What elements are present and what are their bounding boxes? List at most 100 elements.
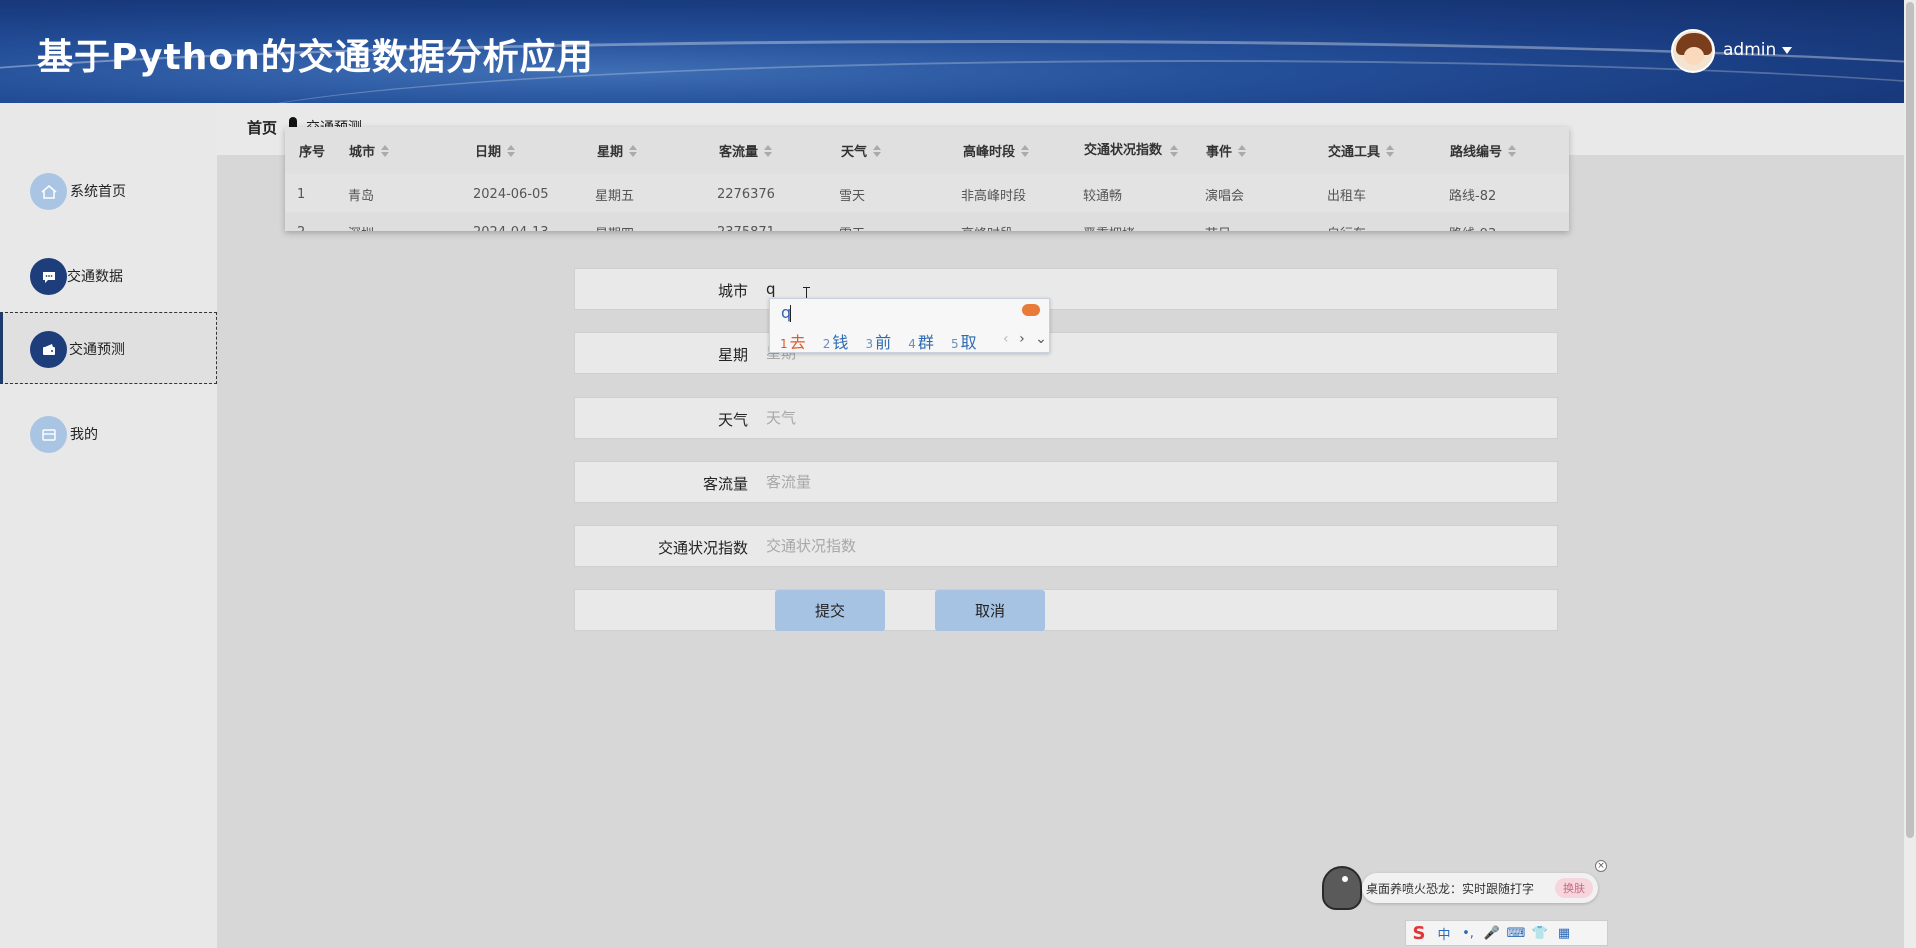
table-row[interactable]: 2 深圳 2024-04-13 星期四 2375871 雪天 高峰时段 严重拥堵… <box>285 212 1569 231</box>
table-cell: 自行车 <box>1327 212 1366 232</box>
chevron-right-icon[interactable]: › <box>1019 331 1025 347</box>
sort-icon[interactable] <box>381 144 390 157</box>
table-cell: 高峰时段 <box>961 212 1013 232</box>
pet-eye <box>1342 876 1348 882</box>
sogou-logo-icon[interactable]: S <box>1406 921 1432 945</box>
table-cell: 星期四 <box>595 212 634 232</box>
ime-candidate[interactable]: 1去 <box>780 333 806 352</box>
language-toggle[interactable]: 中 <box>1432 924 1456 943</box>
form-row-city: 城市 <box>574 268 1558 310</box>
ime-candidate[interactable]: 2钱 <box>823 333 849 352</box>
column-header[interactable]: 交通状况指数 <box>1084 127 1194 174</box>
column-header[interactable]: 交通工具 <box>1328 127 1395 174</box>
traffic-index-label: 交通状况指数 <box>657 539 748 557</box>
chevron-down-icon <box>1782 46 1793 54</box>
table-cell: 严重拥堵 <box>1083 212 1135 232</box>
sidebar: 系统首页 交通数据 交通预测 我的 <box>0 103 217 948</box>
bubble-text: 桌面养喷火恐龙：实时跟随打字 <box>1366 882 1535 896</box>
table-cell: 青岛 <box>348 188 375 204</box>
pet-speech-bubble: 桌面养喷火恐龙：实时跟随打字 换肤 <box>1362 873 1598 903</box>
punctuation-icon[interactable]: •, <box>1456 926 1480 941</box>
sort-icon[interactable] <box>1386 144 1395 157</box>
table-cell: 深圳 <box>348 212 374 232</box>
column-header[interactable]: 星期 <box>597 127 638 174</box>
table-cell: 2375871 <box>717 212 775 232</box>
change-skin-button[interactable]: 换肤 <box>1555 878 1593 898</box>
table-cell: 非高峰时段 <box>961 188 1027 204</box>
weekday-label: 星期 <box>717 346 748 364</box>
sidebar-item-label: 系统首页 <box>70 184 126 200</box>
table-cell: 2024-04-13 <box>473 212 549 232</box>
column-header[interactable]: 天气 <box>841 127 882 174</box>
form-actions-row <box>574 589 1558 631</box>
chevron-down-icon[interactable]: ⌄ <box>1035 331 1047 347</box>
apps-grid-icon[interactable]: ▦ <box>1552 926 1576 941</box>
column-header[interactable]: 日期 <box>475 127 516 174</box>
column-header[interactable]: 客流量 <box>719 127 773 174</box>
pet-body <box>1322 866 1362 910</box>
table-cell: 节日 <box>1205 212 1231 232</box>
traffic-index-input[interactable] <box>766 532 1546 560</box>
ime-page-nav: ‹ › ⌄ <box>1003 331 1047 347</box>
table-cell: 星期五 <box>595 188 635 204</box>
form-row-passenger-flow: 客流量 <box>574 461 1558 503</box>
column-header[interactable]: 路线编号 <box>1450 127 1517 174</box>
scrollbar-thumb[interactable] <box>1906 2 1914 838</box>
weather-input[interactable] <box>766 404 1546 432</box>
table-cell: 路线-82 <box>1449 188 1497 204</box>
sort-icon[interactable] <box>507 144 516 157</box>
home-icon <box>30 173 67 210</box>
weather-label: 天气 <box>717 411 748 429</box>
sidebar-item-traffic-prediction[interactable]: 交通预测 <box>0 312 217 384</box>
form-row-traffic-index: 交通状况指数 <box>574 525 1558 567</box>
table-header: 序号 城市 日期 星期 客流量 天气 高峰时段 交通状况指数 事件 交通工具 路… <box>285 127 1569 174</box>
avatar-face <box>1684 47 1704 65</box>
sort-icon[interactable] <box>1170 144 1178 157</box>
table-cell: 2276376 <box>717 186 775 202</box>
user-avatar[interactable] <box>1671 29 1715 73</box>
sidebar-item-traffic-data[interactable]: 交通数据 <box>0 240 217 312</box>
submit-button[interactable]: 提交 <box>775 590 885 631</box>
sidebar-item-home[interactable]: 系统首页 <box>0 155 217 227</box>
wallet-icon <box>30 331 67 368</box>
page-scrollbar[interactable] <box>1904 0 1916 948</box>
table-cell: 演唱会 <box>1205 188 1245 204</box>
column-header[interactable]: 事件 <box>1206 127 1247 174</box>
column-header[interactable]: 城市 <box>349 127 390 174</box>
close-icon[interactable]: × <box>1595 860 1607 872</box>
ime-candidate[interactable]: 4群 <box>908 333 934 352</box>
city-label: 城市 <box>717 282 748 300</box>
ime-candidate[interactable]: 5取 <box>951 333 977 352</box>
sort-icon[interactable] <box>629 144 638 157</box>
table-cell: 路线-93 <box>1449 212 1496 232</box>
form-row-weekday: 星期 <box>574 332 1558 374</box>
sort-icon[interactable] <box>1021 144 1030 157</box>
chevron-left-icon[interactable]: ‹ <box>1003 331 1009 347</box>
sort-icon[interactable] <box>1238 144 1247 157</box>
keyboard-icon[interactable]: ⌨ <box>1504 926 1528 941</box>
table-cell: 2024-06-05 <box>473 186 549 202</box>
sort-icon[interactable] <box>764 144 773 157</box>
table-cell: 雪天 <box>839 188 866 204</box>
breadcrumb-home[interactable]: 首页 <box>247 117 277 138</box>
username-label: admin <box>1723 40 1777 60</box>
passenger-flow-input[interactable] <box>766 468 1546 496</box>
form-row-weather: 天气 <box>574 397 1558 439</box>
skin-shirt-icon[interactable]: 👕 <box>1528 926 1552 941</box>
table-cell: 较通畅 <box>1083 188 1123 204</box>
dinosaur-pet-icon[interactable] <box>1318 862 1364 914</box>
sort-icon[interactable] <box>1508 144 1517 157</box>
user-menu[interactable]: admin <box>1723 40 1793 60</box>
ime-mascot-icon <box>1022 304 1040 316</box>
sort-icon[interactable] <box>873 144 882 157</box>
passenger-flow-label: 客流量 <box>702 475 748 493</box>
table-row[interactable]: 1 青岛 2024-06-05 星期五 2276376 雪天 非高峰时段 较通畅… <box>285 174 1569 214</box>
ime-candidate[interactable]: 3前 <box>866 333 892 352</box>
sidebar-item-mine[interactable]: 我的 <box>0 398 217 470</box>
table-cell: 2 <box>297 212 305 232</box>
microphone-icon[interactable]: 🎤 <box>1480 926 1504 941</box>
cancel-button[interactable]: 取消 <box>935 590 1045 631</box>
column-header[interactable]: 高峰时段 <box>963 127 1030 174</box>
sidebar-item-label: 交通数据 <box>67 269 123 285</box>
app-title: 基于Python的交通数据分析应用 <box>37 37 594 78</box>
